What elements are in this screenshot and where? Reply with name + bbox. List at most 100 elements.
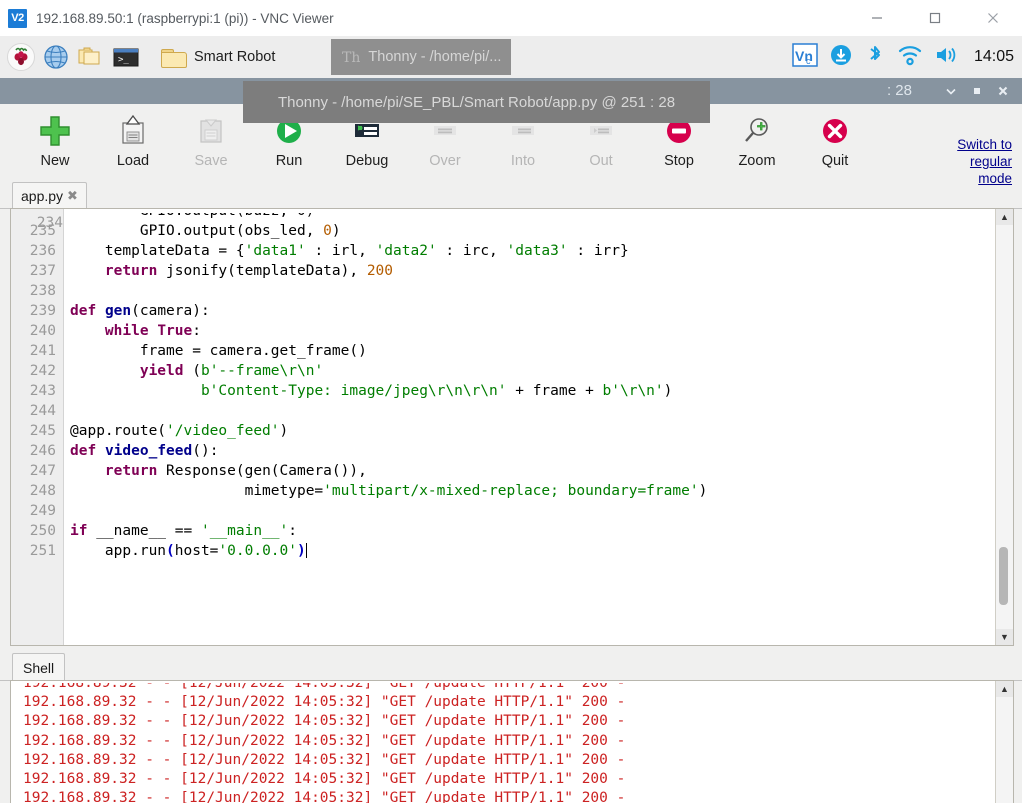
code-line xyxy=(70,281,1013,301)
shell-output[interactable]: 192.168.89.32 - - [12/Jun/2022 14:05:32]… xyxy=(11,681,1013,803)
debug-button-label: Debug xyxy=(346,153,389,169)
terminal-icon[interactable]: >_ xyxy=(111,42,141,72)
code-line: return Response(gen(Camera()), xyxy=(70,461,1013,481)
switch-link-line1: Switch to xyxy=(957,137,1012,152)
volume-icon[interactable] xyxy=(934,43,960,72)
code-line: templateData = {'data1' : irl, 'data2' :… xyxy=(70,241,1013,261)
shell-scrollbar[interactable]: ▲ ▼ xyxy=(995,681,1013,803)
raspberry-menu-icon[interactable] xyxy=(6,42,36,72)
vnc-titlebar: V2 192.168.89.50:1 (raspberrypi:1 (pi)) … xyxy=(0,0,1022,37)
line-number: 251 xyxy=(11,541,63,561)
editor-scroll-track[interactable] xyxy=(996,225,1013,629)
line-number: 236 xyxy=(11,241,63,261)
line-number: 240 xyxy=(11,321,63,341)
zoom-button[interactable]: Zoom xyxy=(718,104,796,169)
line-number: 245 xyxy=(11,421,63,441)
svg-text:Th: Th xyxy=(342,50,360,66)
switch-link-line2: regular xyxy=(970,154,1012,169)
code-line: def video_feed(): xyxy=(70,441,1013,461)
out-button-label: Out xyxy=(589,153,612,169)
file-manager-icon[interactable] xyxy=(76,42,106,72)
editor-tab-app-py[interactable]: app.py ✖ xyxy=(12,182,87,209)
shell-line: 192.168.89.32 - - [12/Jun/2022 14:05:32]… xyxy=(23,693,1013,712)
vnc-server-icon[interactable]: Vn c xyxy=(792,42,818,73)
shell-line: 192.168.89.32 - - [12/Jun/2022 14:05:32]… xyxy=(23,751,1013,770)
gutter-partial-line: 234 xyxy=(11,213,63,221)
scroll-up-arrow-icon[interactable]: ▲ xyxy=(996,209,1013,225)
code-line: while True: xyxy=(70,321,1013,341)
save-button: Save xyxy=(172,104,250,169)
line-number: 243 xyxy=(11,381,63,401)
over-button-label: Over xyxy=(429,153,460,169)
web-browser-icon[interactable] xyxy=(41,42,71,72)
shell-line: 192.168.89.32 - - [12/Jun/2022 14:05:32]… xyxy=(23,732,1013,751)
shell-tabbar: Shell xyxy=(0,650,1022,681)
chevron-down-icon[interactable] xyxy=(938,78,964,104)
bluetooth-icon[interactable] xyxy=(864,43,886,72)
taskbar-tray: Vn c xyxy=(792,36,1014,78)
code-line: GPIO.output(obs_led, 0) xyxy=(70,221,1013,241)
line-number: 237 xyxy=(11,261,63,281)
code-line: app.run(host='0.0.0.0') xyxy=(70,541,1013,561)
load-button[interactable]: Load xyxy=(94,104,172,169)
scroll-down-arrow-icon[interactable]: ▼ xyxy=(996,629,1013,645)
zoom-button-label: Zoom xyxy=(738,153,775,169)
line-number: 249 xyxy=(11,501,63,521)
maximize-icon[interactable] xyxy=(964,78,990,104)
thonny-window: : 28 xyxy=(0,78,1022,803)
close-icon[interactable] xyxy=(964,0,1022,36)
code-line xyxy=(70,501,1013,521)
update-icon[interactable] xyxy=(829,43,853,72)
thonny-icon: Th xyxy=(341,47,361,67)
quit-button[interactable]: Quit xyxy=(796,104,874,169)
close-icon[interactable] xyxy=(990,78,1016,104)
shell-scroll-track[interactable] xyxy=(996,697,1013,803)
stop-button-label: Stop xyxy=(664,153,694,169)
quit-button-label: Quit xyxy=(822,153,849,169)
scroll-up-arrow-icon[interactable]: ▲ xyxy=(996,681,1013,697)
shell-line: 192.168.89.32 - - [12/Jun/2022 14:05:32]… xyxy=(23,789,1013,803)
taskbar-task-label: Thonny - /home/pi/... xyxy=(368,49,501,65)
quit-x-icon xyxy=(818,110,852,152)
shell-line: 192.168.89.32 - - [12/Jun/2022 14:05:32]… xyxy=(23,712,1013,731)
line-number: 241 xyxy=(11,341,63,361)
shell-tab-label: Shell xyxy=(23,660,54,676)
into-button-label: Into xyxy=(511,153,535,169)
new-button-label: New xyxy=(40,153,69,169)
magnifier-plus-icon xyxy=(740,110,774,152)
code-text-area[interactable]: GPIO.output(buzz, 0) GPIO.output(obs_led… xyxy=(64,209,1013,645)
code-line: mimetype='multipart/x-mixed-replace; bou… xyxy=(70,481,1013,501)
taskbar-task-label: Smart Robot xyxy=(194,49,275,65)
open-folder-icon xyxy=(116,110,150,152)
close-icon[interactable]: ✖ xyxy=(67,188,78,204)
shell-panel[interactable]: 192.168.89.32 - - [12/Jun/2022 14:05:32]… xyxy=(10,680,1014,803)
new-button[interactable]: New xyxy=(16,104,94,169)
shell-line-partial: 192.168.89.32 - - [12/Jun/2022 14:05:32]… xyxy=(23,683,1013,693)
folder-icon xyxy=(161,47,187,67)
vnc-logo-icon: V2 xyxy=(8,9,27,28)
thonny-window-controls xyxy=(938,78,1022,104)
code-editor[interactable]: 234 235 236 237 238 239 240 241 242 243 … xyxy=(10,208,1014,646)
maximize-icon[interactable] xyxy=(906,0,964,36)
taskbar-task-thonny[interactable]: Th Thonny - /home/pi/... xyxy=(331,39,511,75)
line-number: 244 xyxy=(11,401,63,421)
wifi-icon[interactable] xyxy=(897,43,923,72)
plus-icon xyxy=(37,110,73,152)
line-number: 242 xyxy=(11,361,63,381)
shell-tab[interactable]: Shell xyxy=(12,653,65,681)
svg-text:c: c xyxy=(806,56,811,66)
taskbar: >_ Smart Robot Th Thonny - /home/pi/... … xyxy=(0,36,1022,79)
code-line: yield (b'--frame\r\n' xyxy=(70,361,1013,381)
editor-scrollbar[interactable]: ▲ ▼ xyxy=(995,209,1013,645)
code-line: @app.route('/video_feed') xyxy=(70,421,1013,441)
minimize-icon[interactable] xyxy=(848,0,906,36)
code-line: b'Content-Type: image/jpeg\r\n\r\n' + fr… xyxy=(70,381,1013,401)
svg-text:>_: >_ xyxy=(118,55,129,65)
taskbar-task-smart-robot[interactable]: Smart Robot xyxy=(151,39,285,75)
shell-line: 192.168.89.32 - - [12/Jun/2022 14:05:32]… xyxy=(23,770,1013,789)
vnc-window-title: 192.168.89.50:1 (raspberrypi:1 (pi)) - V… xyxy=(36,11,334,26)
run-button-label: Run xyxy=(276,153,303,169)
editor-scroll-thumb[interactable] xyxy=(999,547,1008,605)
line-number: 246 xyxy=(11,441,63,461)
line-number-gutter: 234 235 236 237 238 239 240 241 242 243 … xyxy=(11,209,64,645)
